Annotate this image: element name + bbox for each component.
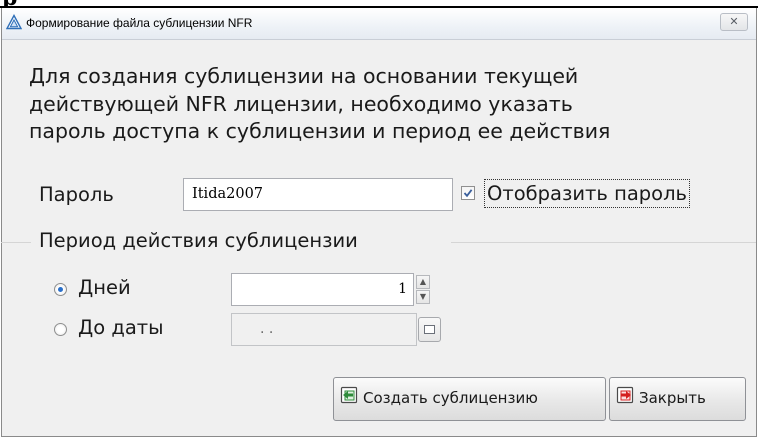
period-group-label: Период действия сублицензии [39, 229, 358, 252]
days-label[interactable]: Дней [78, 276, 131, 299]
arrow-up-icon[interactable]: ▲ [416, 275, 430, 289]
until-date-input[interactable]: . . [231, 313, 417, 346]
create-sublicense-button[interactable]: Создать сублицензию [333, 377, 606, 421]
show-password-label[interactable]: Отобразить пароль [484, 179, 691, 208]
calendar-icon [424, 325, 435, 334]
checkmark-icon [463, 189, 473, 198]
until-date-label[interactable]: До даты [78, 316, 164, 339]
password-label: Пароль [39, 183, 114, 206]
triangle-app-icon [6, 14, 22, 30]
group-divider [451, 242, 756, 243]
password-input[interactable]: Itida2007 [183, 178, 453, 211]
title-bar[interactable]: Формирование файла сублицензии NFR ✕ [2, 8, 756, 40]
show-password-checkbox[interactable] [461, 186, 475, 200]
window-close-button[interactable]: ✕ [720, 13, 748, 31]
instructions-line: Для создания сублицензии на основании те… [29, 64, 579, 88]
days-spinner[interactable]: ▲ ▼ [416, 275, 430, 304]
window-title: Формирование файла сублицензии NFR [26, 16, 253, 30]
exit-arrow-icon [616, 386, 634, 404]
date-picker-button[interactable] [418, 317, 441, 342]
days-radio[interactable] [54, 283, 67, 296]
days-input[interactable]: 1 [231, 273, 414, 306]
create-sublicense-label: Создать сублицензию [363, 389, 538, 407]
group-divider [1, 242, 31, 243]
close-button[interactable]: Закрыть [609, 377, 746, 421]
instructions-text: Для создания сублицензии на основании те… [29, 63, 729, 146]
document-arrow-in-icon [340, 386, 358, 404]
close-button-label: Закрыть [639, 389, 706, 407]
instructions-line: действующей NFR лицензии, необходимо ука… [29, 91, 573, 116]
close-icon: ✕ [729, 15, 739, 28]
instructions-line: пароль доступа к сублицензии и период ее… [29, 119, 611, 143]
cropped-page-fragment: р [0, 0, 758, 9]
arrow-down-icon[interactable]: ▼ [416, 290, 430, 304]
until-date-radio[interactable] [54, 323, 67, 336]
